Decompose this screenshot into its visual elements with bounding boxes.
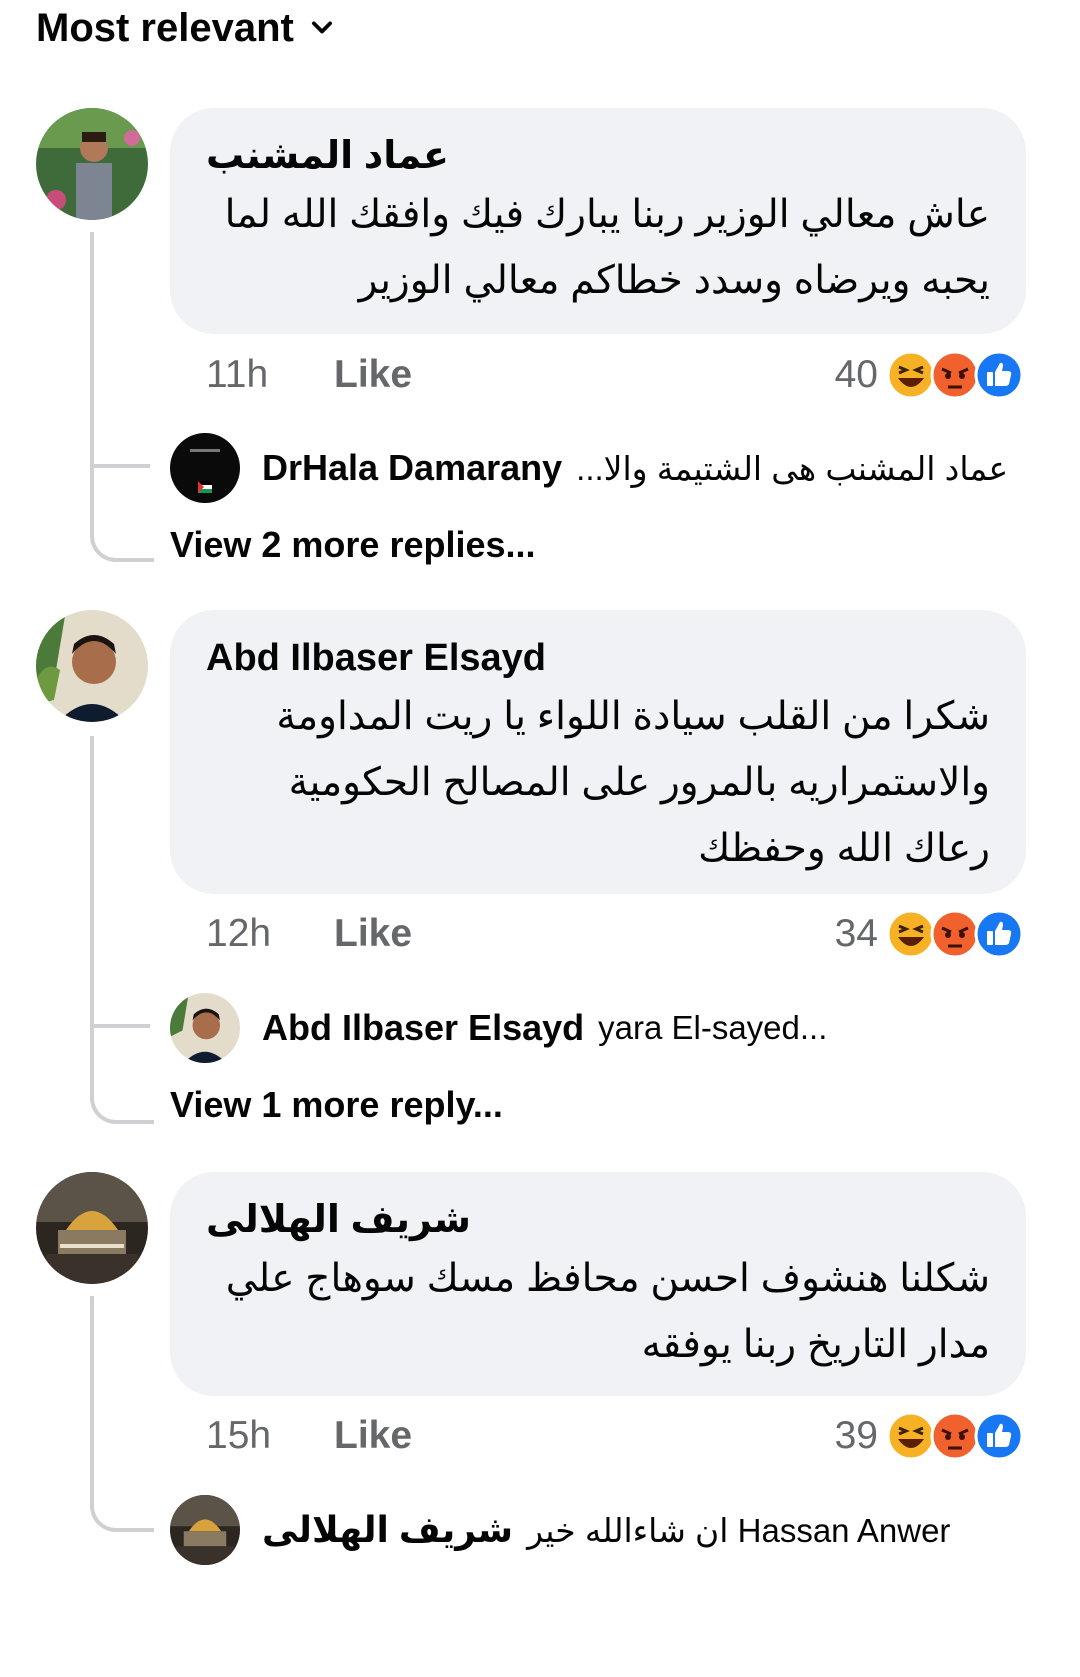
reply-preview[interactable]: شريف الهلالى Hassan Anwer ان شاءالله خير: [170, 1494, 950, 1566]
thread-line: [90, 1296, 154, 1532]
comment-bubble: Abd Ilbaser Elsayd شكرا من القلب سيادة ا…: [170, 610, 1026, 894]
thread-line: [90, 736, 154, 1124]
view-more-replies[interactable]: View 2 more replies...: [170, 524, 536, 566]
comment-time[interactable]: 11h: [206, 353, 334, 397]
reply-avatar[interactable]: [170, 433, 240, 503]
reply-avatar[interactable]: [170, 1495, 240, 1565]
haha-icon: [886, 1411, 936, 1461]
sort-dropdown[interactable]: Most relevant: [36, 2, 336, 54]
like-button[interactable]: Like: [334, 1414, 412, 1458]
reply-author[interactable]: DrHala Damarany: [262, 447, 562, 489]
thread-branch: [90, 1024, 150, 1028]
comment-time[interactable]: 15h: [206, 1414, 334, 1458]
angry-icon: [930, 909, 980, 959]
reply-preview[interactable]: DrHala Damarany عماد المشنب هى الشتيمة و…: [170, 432, 1008, 504]
avatar[interactable]: [36, 1172, 148, 1284]
reaction-summary[interactable]: 40: [835, 350, 1024, 400]
comment-text: عاش معالي الوزير ربنا يبارك فيك وافقك ال…: [224, 193, 990, 302]
reply-author[interactable]: Abd Ilbaser Elsayd: [262, 1007, 584, 1049]
comment-text: شكلنا هنشوف احسن محافظ مسك سوهاج علي مدا…: [225, 1257, 990, 1366]
reply-author[interactable]: شريف الهلالى: [262, 1509, 513, 1551]
comment-author[interactable]: عماد المشنب: [206, 130, 990, 182]
like-icon: [974, 909, 1024, 959]
comment-author[interactable]: شريف الهلالى: [206, 1194, 990, 1246]
view-more-replies[interactable]: View 1 more reply...: [170, 1084, 503, 1126]
comment-meta: 12h Like: [206, 909, 412, 959]
reaction-count: 40: [834, 353, 878, 396]
sort-label: Most relevant: [36, 5, 294, 50]
reply-preview[interactable]: Abd Ilbaser Elsayd yara El-sayed...: [170, 992, 827, 1064]
comment-author[interactable]: Abd Ilbaser Elsayd: [206, 632, 990, 684]
reaction-count: 34: [834, 912, 878, 955]
haha-icon: [886, 350, 936, 400]
comment-bubble: عماد المشنب عاش معالي الوزير ربنا يبارك …: [170, 108, 1026, 334]
haha-icon: [886, 909, 936, 959]
comment-bubble: شريف الهلالى شكلنا هنشوف احسن محافظ مسك …: [170, 1172, 1026, 1396]
angry-icon: [930, 1411, 980, 1461]
comment-meta: 15h Like: [206, 1411, 412, 1461]
comment-meta: 11h Like: [206, 350, 412, 400]
reply-text: Hassan Anwer ان شاءالله خير: [527, 1511, 951, 1549]
reaction-summary[interactable]: 34: [835, 909, 1024, 959]
reaction-count: 39: [834, 1414, 878, 1457]
thread-branch: [90, 464, 150, 468]
angry-icon: [930, 350, 980, 400]
reply-text: عماد المشنب هى الشتيمة والا...: [576, 449, 1009, 487]
like-icon: [974, 1411, 1024, 1461]
avatar[interactable]: [36, 108, 148, 220]
like-button[interactable]: Like: [334, 912, 412, 956]
avatar[interactable]: [36, 610, 148, 722]
reaction-summary[interactable]: 39: [835, 1411, 1024, 1461]
like-icon: [974, 350, 1024, 400]
comment-time[interactable]: 12h: [206, 912, 334, 956]
comment-text: شكرا من القلب سيادة اللواء يا ريت المداو…: [276, 695, 990, 870]
chevron-down-icon: [311, 21, 332, 34]
reply-text: yara El-sayed...: [598, 1009, 828, 1046]
thread-line: [90, 232, 154, 562]
like-button[interactable]: Like: [334, 353, 412, 397]
reply-avatar[interactable]: [170, 993, 240, 1063]
